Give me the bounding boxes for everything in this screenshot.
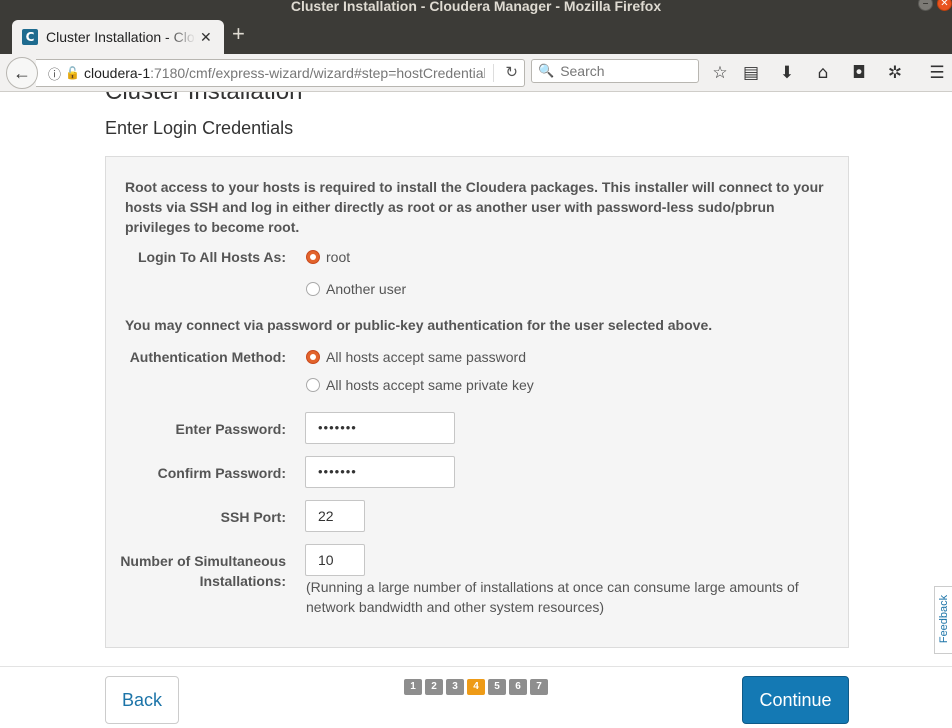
search-icon: 🔍 [538,63,555,79]
password-label: Enter Password: [175,421,286,437]
menu-icon[interactable]: ☰ [926,62,948,84]
wizard-step: 2 [425,679,443,695]
back-button[interactable]: ← [6,57,38,89]
ssh-port-input[interactable]: 22 [305,500,365,532]
wizard-step-active: 4 [467,679,485,695]
info-icon[interactable]: ⓘ [48,64,61,83]
confirm-password-label: Confirm Password: [157,465,286,481]
search-placeholder: Search [560,63,605,79]
wizard-step: 3 [446,679,464,695]
password-input[interactable]: ••••••• [305,412,455,444]
auth-private-key-option[interactable]: All hosts accept same private key [306,377,534,393]
confirm-password-input[interactable]: ••••••• [305,456,455,488]
radio-unselected-icon[interactable] [306,378,320,392]
window-controls: – ✕ [918,0,952,11]
reading-list-icon[interactable]: ▤ [740,62,762,84]
extension-icon[interactable]: ✲ [884,62,906,84]
navigation-toolbar: ⓘ 🔓 cloudera-1:7180/cmf/express-wizard/w… [0,54,952,92]
pocket-icon[interactable]: ◘ [848,62,870,84]
url-path: :7180/cmf/express-wizard/wizard#step=hos… [150,65,485,81]
footer-divider [0,666,952,667]
tab-title: Cluster Installation - Cloudera Manager [46,29,196,45]
wizard-step: 7 [530,679,548,695]
radio-unselected-icon[interactable] [306,282,320,296]
back-icon: ← [13,63,31,83]
radio-selected-icon[interactable] [306,250,320,264]
simultaneous-help-text: (Running a large number of installations… [306,579,799,615]
minimize-icon[interactable]: – [918,0,933,11]
url-divider [493,64,494,82]
window-title: Cluster Installation - Cloudera Manager … [290,0,662,14]
close-window-icon[interactable]: ✕ [937,0,952,11]
ssh-port-label: SSH Port: [220,509,286,525]
page-heading: Cluster Installation [105,92,302,106]
tab-close-icon[interactable]: ✕ [200,29,212,46]
wizard-step-indicator: 1 2 3 4 5 6 7 [404,679,548,695]
reload-icon[interactable]: ↻ [505,63,518,81]
tab-bar: C Cluster Installation - Cloudera Manage… [0,14,952,54]
credentials-panel: Root access to your hosts is required to… [105,156,849,648]
intro-text: Root access to your hosts is required to… [125,179,824,235]
home-icon[interactable]: ⌂ [812,62,834,84]
auth-method-label: Authentication Method: [129,349,286,365]
browser-tab[interactable]: C Cluster Installation - Cloudera Manage… [12,20,224,54]
option-label: All hosts accept same private key [326,377,534,393]
continue-button[interactable]: Continue [742,676,849,724]
wizard-step: 6 [509,679,527,695]
insecure-lock-icon[interactable]: 🔓 [65,66,80,80]
simultaneous-installations-input[interactable]: 10 [305,544,365,576]
new-tab-icon[interactable]: + [232,22,245,46]
feedback-tab[interactable]: Feedback [934,586,952,654]
radio-selected-icon[interactable] [306,350,320,364]
login-root-option[interactable]: root [306,249,350,265]
window-titlebar: Cluster Installation - Cloudera Manager … [0,0,952,14]
step-title: Enter Login Credentials [105,118,294,138]
download-icon[interactable]: ⬇ [776,62,798,84]
login-as-label: Login To All Hosts As: [137,249,286,265]
bookmark-star-icon[interactable]: ☆ [709,62,731,84]
url-host: cloudera-1 [83,65,151,81]
url-bar[interactable]: ⓘ 🔓 cloudera-1:7180/cmf/express-wizard/w… [36,59,525,87]
wizard-step: 1 [404,679,422,695]
option-label: Another user [326,281,407,297]
wizard-step: 5 [488,679,506,695]
search-bar[interactable]: 🔍 Search [531,59,699,83]
cloudera-favicon-icon: C [22,29,38,45]
page-content: Cluster Installation Enter Login Credent… [0,92,952,728]
option-label: All hosts accept same password [326,349,526,365]
back-button[interactable]: Back [105,676,179,724]
simultaneous-installations-label: Number of Simultaneous Installations: [120,553,286,589]
auth-password-option[interactable]: All hosts accept same password [306,349,526,365]
feedback-label: Feedback [938,594,950,644]
auth-note: You may connect via password or public-k… [125,317,713,333]
option-label: root [326,249,351,265]
login-another-user-option[interactable]: Another user [306,281,406,297]
